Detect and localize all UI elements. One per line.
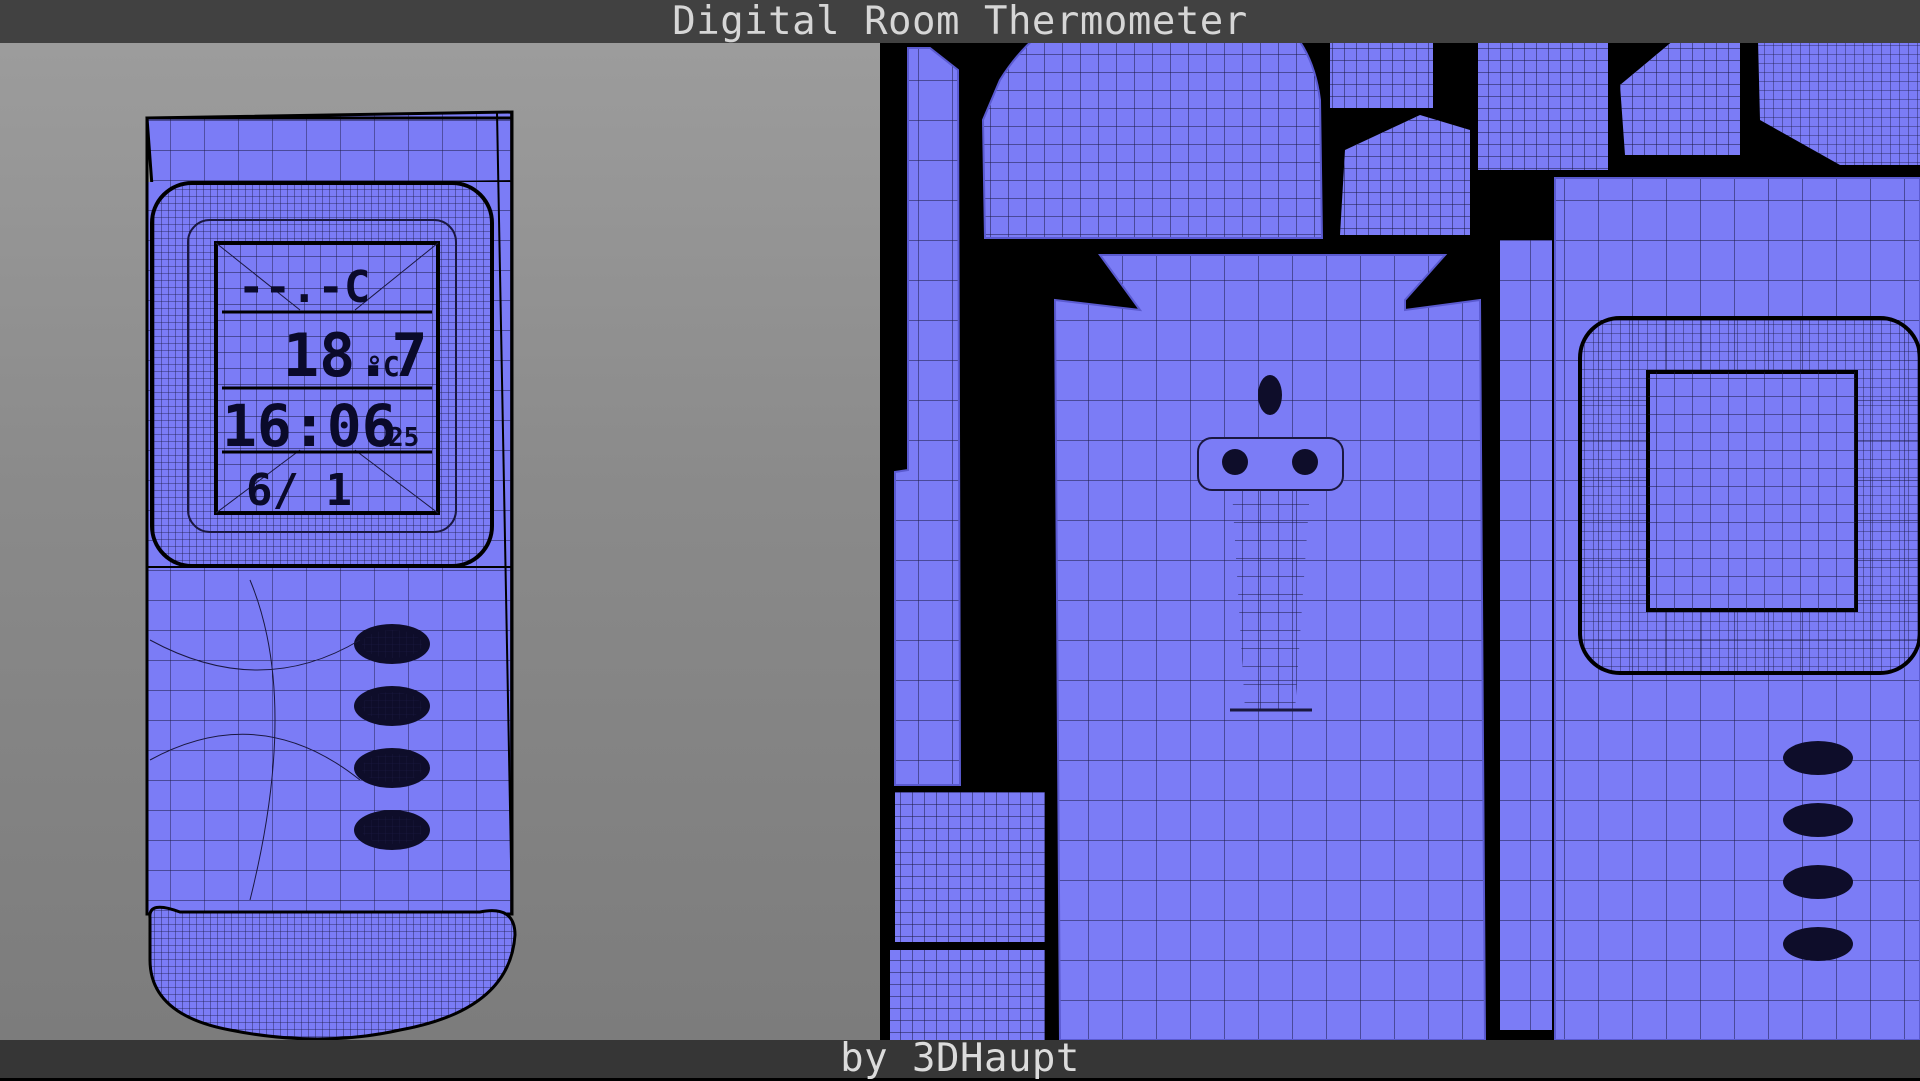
uv-layout	[890, 0, 1920, 1041]
uv-shell-front-panel	[1554, 177, 1920, 1041]
uv-shell-back-panel	[1053, 254, 1487, 1041]
uv-shell-side-strip	[894, 47, 962, 786]
credit-bar: by 3DHaupt	[0, 1036, 1920, 1081]
author-credit: by 3DHaupt	[840, 1036, 1080, 1081]
model-top-cap	[145, 110, 514, 188]
lcd-temperature: 18.7	[283, 321, 428, 391]
page-title: Digital Room Thermometer	[672, 0, 1248, 44]
3d-viewport[interactable]: --.-C 18.7 °C 16:06 25 6/ 1	[0, 43, 880, 1040]
lcd-top-line: --.-C	[238, 262, 370, 313]
lcd-temperature-unit: °C	[366, 350, 400, 383]
thermometer-model: --.-C 18.7 °C 16:06 25 6/ 1	[145, 110, 517, 1040]
lcd-seconds: 25	[388, 423, 419, 453]
title-bar: Digital Room Thermometer	[0, 0, 1920, 44]
uv-editor[interactable]	[880, 0, 1920, 1078]
lcd-time: 16:06	[222, 392, 397, 460]
lcd-date: 6/ 1	[246, 465, 352, 516]
model-base	[148, 905, 517, 1040]
